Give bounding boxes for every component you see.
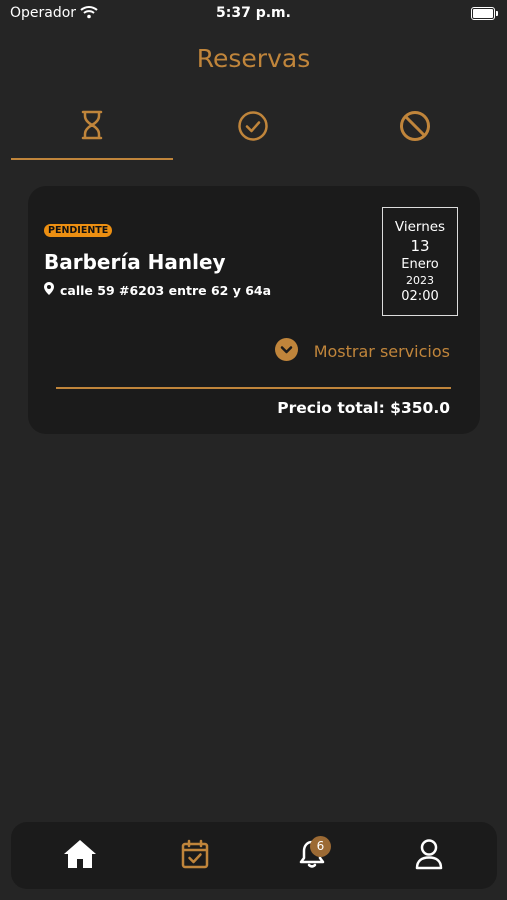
clock: 5:37 p.m.	[216, 5, 291, 21]
hourglass-icon	[80, 110, 104, 140]
date-month: Enero	[401, 256, 439, 272]
bottom-nav: 6	[11, 822, 497, 889]
date-day: 13	[410, 236, 430, 255]
battery-icon	[471, 7, 498, 20]
nav-notifications[interactable]: 6	[294, 836, 331, 874]
notification-count-badge: 6	[310, 836, 331, 857]
nav-home[interactable]	[62, 838, 98, 874]
nav-reservations[interactable]	[177, 838, 213, 874]
reservation-card: PENDIENTE Barbería Hanley calle 59 #6203…	[28, 186, 480, 434]
status-badge: PENDIENTE	[44, 224, 113, 237]
show-services-button[interactable]: Mostrar servicios	[274, 338, 450, 365]
status-bar: Operador 5:37 p.m.	[0, 0, 507, 28]
check-circle-icon	[237, 110, 269, 142]
divider	[56, 387, 451, 389]
location-pin-icon	[44, 282, 60, 298]
date-year: 2023	[406, 273, 434, 287]
address-text: calle 59 #6203 entre 62 y 64a	[60, 282, 272, 298]
total-price: Precio total: $350.0	[277, 399, 450, 417]
active-tab-indicator	[11, 158, 173, 160]
page-title: Reservas	[196, 44, 311, 73]
calendar-check-icon	[181, 839, 209, 873]
chevron-down-icon	[274, 338, 314, 365]
nav-profile[interactable]	[411, 838, 447, 874]
ban-icon	[399, 110, 431, 142]
shop-name: Barbería Hanley	[44, 250, 226, 274]
user-icon	[414, 838, 444, 874]
show-services-label: Mostrar servicios	[313, 342, 450, 361]
home-icon	[62, 838, 98, 874]
date-box: Viernes 13 Enero 2023 02:00	[382, 207, 458, 316]
address: calle 59 #6203 entre 62 y 64a	[44, 282, 271, 298]
tab-confirmed[interactable]	[172, 110, 334, 162]
date-weekday: Viernes	[394, 219, 446, 235]
tab-cancelled[interactable]	[334, 110, 496, 162]
date-time: 02:00	[401, 288, 439, 304]
tab-pending[interactable]	[11, 110, 173, 162]
